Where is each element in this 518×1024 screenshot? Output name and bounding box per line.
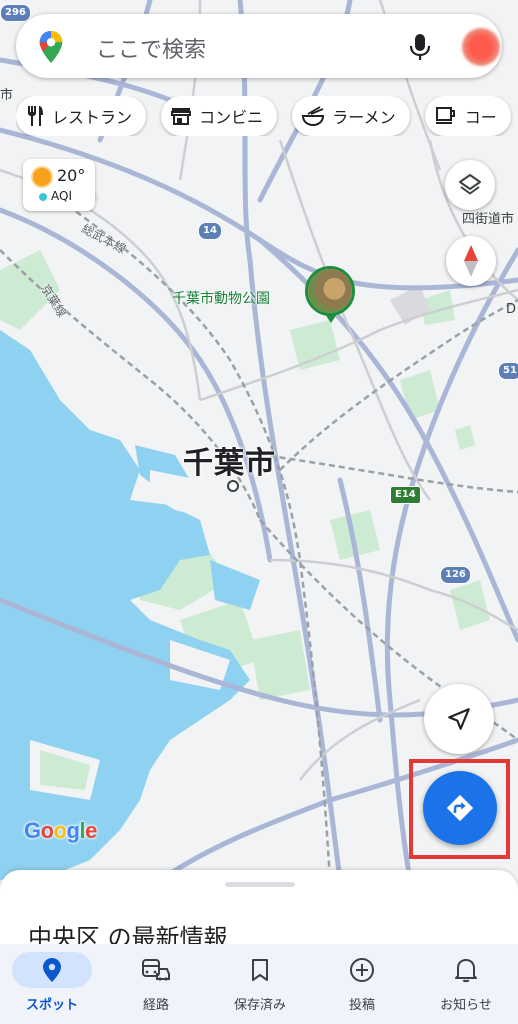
aqi-label: AQI <box>51 189 72 203</box>
chip-convenience-store[interactable]: コンビニ <box>161 96 278 136</box>
sheet-drag-handle[interactable] <box>225 882 295 887</box>
directions-button[interactable] <box>423 771 497 845</box>
google-logo-letter: G <box>24 818 41 843</box>
nav-icon-container <box>220 952 300 988</box>
directions-icon <box>446 794 474 822</box>
google-logo-letter: g <box>66 818 80 843</box>
ramen-icon <box>302 106 325 126</box>
city-label[interactable]: 千葉市 <box>183 438 276 482</box>
bottom-navigation: スポット 経路 保存済み 投稿 お知らせ <box>0 944 518 1024</box>
layers-icon <box>459 174 481 195</box>
poi-marker-tail <box>325 314 337 323</box>
maps-pin-logo-icon <box>39 31 63 63</box>
chip-restaurant[interactable]: レストラン <box>16 96 147 136</box>
bell-icon <box>455 959 477 983</box>
sun-icon <box>33 168 51 186</box>
my-location-button[interactable] <box>424 684 494 754</box>
nav-label: 投稿 <box>348 998 375 1013</box>
chip-coffee[interactable]: コー <box>424 96 511 136</box>
poi-photo <box>308 269 352 313</box>
search-placeholder[interactable]: ここで検索 <box>96 32 206 64</box>
category-chips: レストラン コンビニ ラーメン コー <box>16 96 518 136</box>
google-logo-letter: o <box>40 818 54 843</box>
add-circle-icon <box>350 958 374 982</box>
compass-icon <box>464 245 478 277</box>
google-logo-letter: e <box>85 818 97 843</box>
chip-ramen[interactable]: ラーメン <box>292 96 410 136</box>
nav-item-contribute[interactable]: 投稿 <box>310 944 414 1024</box>
nav-item-commute[interactable]: 経路 <box>104 944 208 1024</box>
chip-label: コー <box>464 108 497 127</box>
route-shield-296: 296 <box>0 4 31 22</box>
search-bar[interactable]: ここで検索 <box>16 14 502 78</box>
location-pin-icon <box>43 958 61 982</box>
route-shield-51: 51 <box>498 362 518 380</box>
fork-knife-icon <box>28 106 43 126</box>
nav-label: 経路 <box>142 998 169 1013</box>
city-center-dot <box>227 480 239 492</box>
weather-widget[interactable]: 20° AQI <box>23 159 95 211</box>
nav-icon-container <box>12 952 92 988</box>
bookmark-icon <box>252 959 268 981</box>
nav-label: お知らせ <box>440 998 492 1013</box>
map-edge-label-right: D <box>506 302 517 317</box>
commute-icon <box>142 959 170 981</box>
nav-icon-container <box>426 952 506 988</box>
chip-label: ラーメン <box>332 108 396 127</box>
nav-icon-container <box>116 952 196 988</box>
map-edge-label: 市 <box>0 88 14 103</box>
nav-label: 保存済み <box>233 998 286 1013</box>
coffee-icon <box>435 107 455 124</box>
nav-label: スポット <box>25 998 78 1013</box>
chip-label: レストラン <box>52 108 133 127</box>
store-icon <box>171 108 192 125</box>
microphone-icon[interactable] <box>408 32 432 62</box>
expressway-shield-e14: E14 <box>390 486 421 504</box>
poi-label-zoo[interactable]: 千葉市動物公園 <box>172 288 270 308</box>
poi-photo-marker[interactable] <box>305 266 355 316</box>
avatar[interactable] <box>462 28 500 66</box>
google-logo: Google <box>24 818 97 844</box>
nav-icon-container <box>322 952 402 988</box>
temperature: 20° <box>57 166 86 185</box>
nav-item-spots[interactable]: スポット <box>0 944 104 1024</box>
route-shield-14: 14 <box>198 222 222 240</box>
nav-item-updates[interactable]: お知らせ <box>414 944 518 1024</box>
bottom-sheet[interactable]: 中央区 の最新情報 <box>0 870 518 952</box>
navigation-arrow-icon <box>448 708 470 730</box>
aqi-status-dot <box>39 193 47 201</box>
nav-item-saved[interactable]: 保存済み <box>208 944 312 1024</box>
map-label-yotsukaido: 四街道市 <box>462 212 515 227</box>
layers-button[interactable] <box>445 160 495 210</box>
chip-label: コンビニ <box>199 108 264 127</box>
compass-button[interactable] <box>446 236 496 286</box>
google-logo-letter: o <box>53 818 67 843</box>
route-shield-126: 126 <box>440 566 471 584</box>
